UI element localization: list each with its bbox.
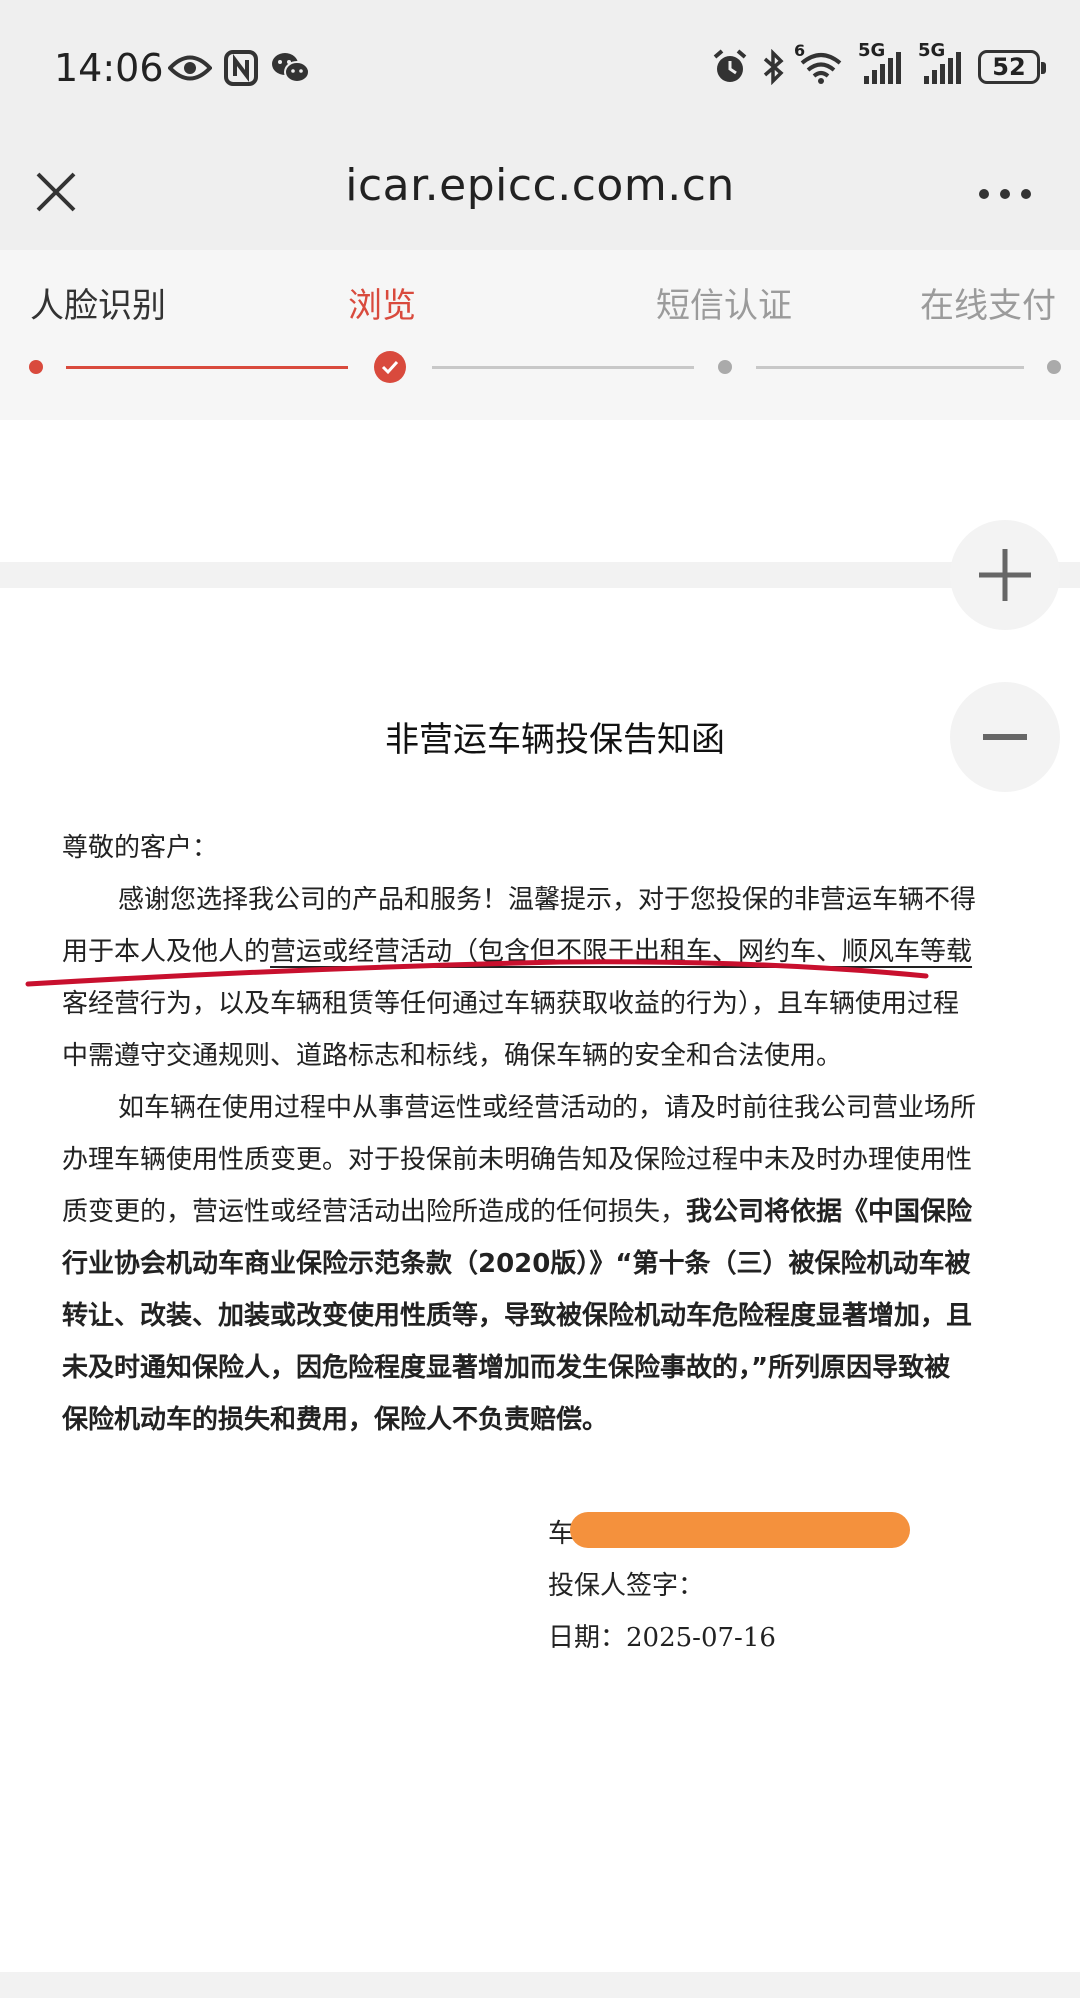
browser-nav-bar: icar.epicc.com.cn bbox=[0, 150, 1080, 250]
step-line-done bbox=[66, 366, 348, 369]
battery-indicator: 52 bbox=[978, 50, 1046, 84]
underlined-text: 营运或经营活动（包含但不限于出租车、网约车、顺风车等载 bbox=[270, 937, 973, 967]
paragraph-line: 办理车辆使用性质变更。对于投保前未明确告知及保险过程中未及时办理使用性 bbox=[62, 1145, 973, 1175]
paragraph-line: 中需遵守交通规则、道路标志和标线，确保车辆的安全和合法使用。 bbox=[62, 1041, 843, 1071]
text-segment: 质变更的，营运性或经营活动出险所造成的任何损失， bbox=[62, 1197, 687, 1227]
close-button[interactable] bbox=[26, 162, 86, 222]
plus-icon bbox=[979, 549, 1031, 601]
nfc-icon bbox=[224, 50, 258, 86]
text-segment: 用于本人及他人的 bbox=[62, 937, 271, 967]
bold-text: 我公司将依据《中国保险 bbox=[686, 1197, 973, 1227]
progress-steps: 人脸识别 浏览 短信认证 在线支付 bbox=[0, 250, 1080, 420]
alarm-icon bbox=[712, 49, 748, 85]
page-url: icar.epicc.com.cn bbox=[345, 160, 735, 211]
step-dot-done bbox=[29, 360, 43, 374]
zoom-in-button[interactable] bbox=[950, 520, 1060, 630]
eye-icon bbox=[168, 53, 212, 83]
paragraph-line: 客经营行为，以及车辆租赁等任何通过车辆获取收益的行为），且车辆使用过程 bbox=[62, 989, 960, 1019]
close-icon bbox=[36, 172, 76, 212]
check-icon bbox=[374, 351, 406, 383]
greeting: 尊敬的客户： bbox=[62, 833, 219, 863]
signal-5g-icon: 5G bbox=[858, 40, 904, 86]
paragraph-line: 保险机动车的损失和费用，保险人不负责赔偿。 bbox=[62, 1405, 609, 1435]
step-face-recognition: 人脸识别 bbox=[30, 286, 166, 326]
wechat-icon bbox=[270, 51, 310, 85]
status-time: 14:06 bbox=[54, 46, 164, 90]
step-sms-verify: 短信认证 bbox=[656, 286, 792, 326]
step-dot-todo bbox=[1047, 360, 1061, 374]
more-button[interactable] bbox=[970, 164, 1040, 224]
document-page-top bbox=[0, 420, 1080, 562]
status-bar: 14:06 6 5G 5G 52 bbox=[0, 0, 1080, 150]
net-label: 5G bbox=[918, 40, 946, 61]
more-icon bbox=[979, 189, 1031, 199]
document-title: 非营运车辆投保告知函 bbox=[385, 720, 725, 760]
document-body: 尊敬的客户： 感谢您选择我公司的产品和服务！温馨提示，对于您投保的非营运车辆不得… bbox=[62, 822, 1042, 1446]
wifi-6-icon: 6 bbox=[794, 41, 844, 85]
step-dot-todo bbox=[718, 360, 732, 374]
redaction-mark bbox=[570, 1512, 910, 1548]
step-line-todo bbox=[756, 366, 1024, 369]
signature-label: 投保人签字： bbox=[548, 1571, 705, 1601]
paragraph-line: 转让、改装、加装或改变使用性质等，导致被保险机动车危险程度显著增加，且 bbox=[62, 1301, 973, 1331]
page-divider-bottom bbox=[0, 1972, 1080, 1998]
paragraph-line: 用于本人及他人的营运或经营活动（包含但不限于出租车、网约车、顺风车等载 bbox=[62, 926, 1042, 978]
date-label: 日期：2025-07-16 bbox=[548, 1623, 776, 1653]
paragraph-line: 质变更的，营运性或经营活动出险所造成的任何损失，我公司将依据《中国保险 bbox=[62, 1186, 1042, 1238]
paragraph-line: 如车辆在使用过程中从事营运性或经营活动的，请及时前往我公司营业场所 bbox=[118, 1093, 977, 1123]
net-label: 5G bbox=[858, 40, 886, 61]
paragraph-line: 感谢您选择我公司的产品和服务！温馨提示，对于您投保的非营运车辆不得 bbox=[118, 885, 977, 915]
step-online-payment: 在线支付 bbox=[920, 286, 1056, 326]
step-browse: 浏览 bbox=[348, 286, 416, 326]
paragraph-line: 未及时通知保险人，因危险程度显著增加而发生保险事故的，”所列原因导致被 bbox=[62, 1353, 951, 1383]
page-divider bbox=[0, 562, 1080, 588]
bluetooth-icon bbox=[762, 49, 784, 85]
signal-5g-icon: 5G bbox=[918, 40, 964, 86]
paragraph-line: 行业协会机动车商业保险示范条款（2020版）》“第十条（三）被保险机动车被 bbox=[62, 1249, 971, 1279]
step-line-todo bbox=[432, 366, 694, 369]
wifi-badge: 6 bbox=[794, 41, 806, 60]
